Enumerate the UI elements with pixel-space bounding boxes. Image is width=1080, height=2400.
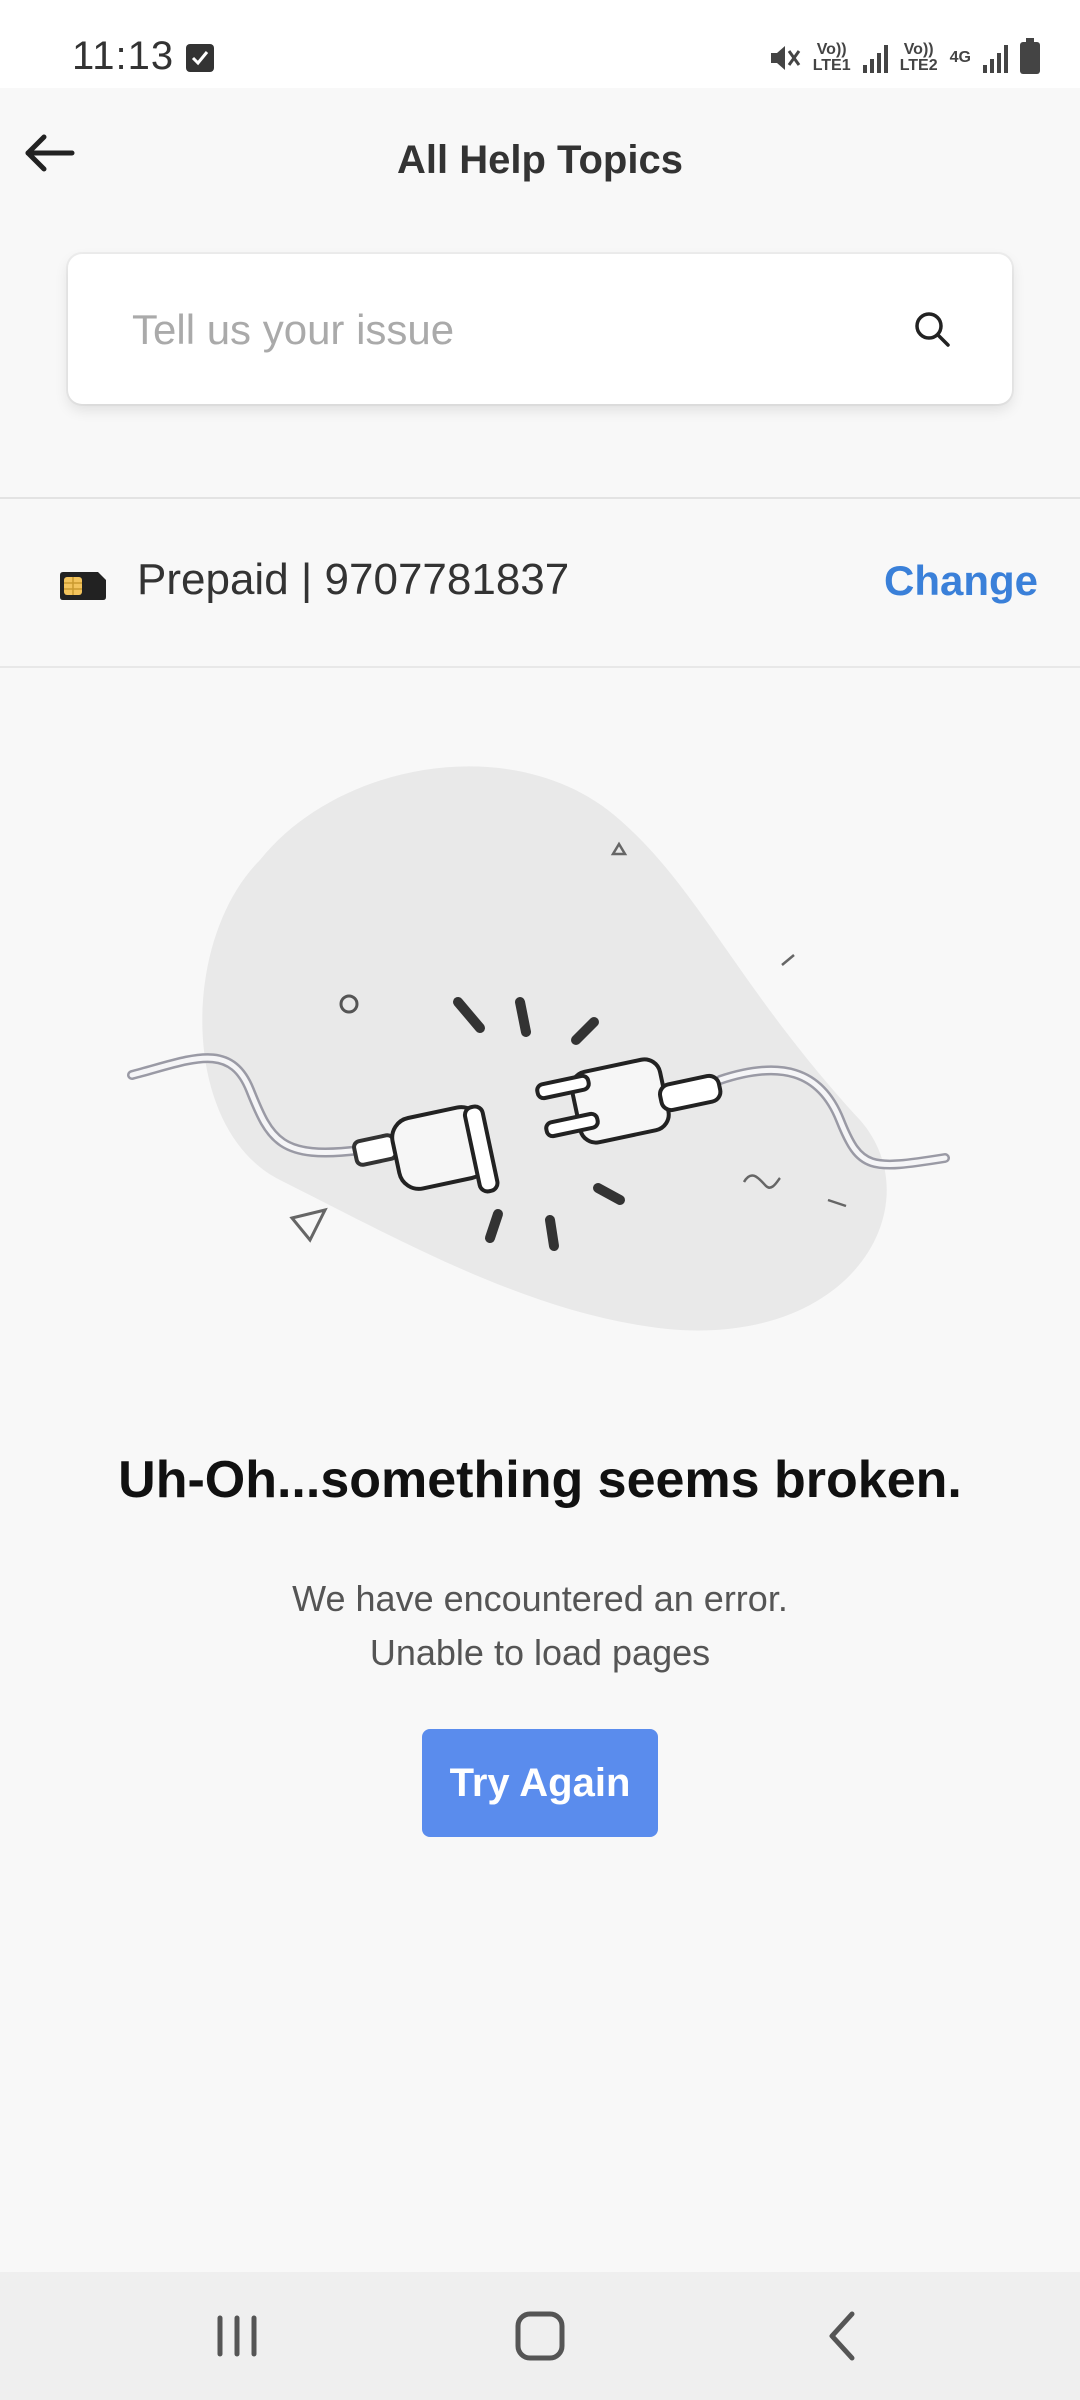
- search-bar[interactable]: [68, 254, 1012, 404]
- status-time: 11:13: [72, 34, 175, 78]
- home-icon[interactable]: [505, 2306, 575, 2366]
- status-icons: Vo)) LTE1 Vo)) LTE2 4G: [767, 36, 1040, 80]
- back-chevron-icon[interactable]: [808, 2306, 878, 2366]
- signal-icon-1: [862, 43, 888, 73]
- search-icon[interactable]: [912, 309, 952, 349]
- divider: [0, 497, 1080, 499]
- checkbox-notification-icon: [186, 44, 214, 72]
- recents-icon[interactable]: [202, 2306, 272, 2366]
- error-line-1: We have encountered an error.: [292, 1578, 788, 1619]
- signal-icon-2: [983, 43, 1008, 73]
- try-again-button[interactable]: Try Again: [422, 1729, 658, 1837]
- error-line-2: Unable to load pages: [369, 1632, 711, 1673]
- system-navigation-bar: [0, 2272, 1080, 2400]
- error-message: We have encountered an error. Unable to …: [0, 1572, 1080, 1680]
- unplugged-cable-icon: [127, 766, 950, 1331]
- sim2-label: Vo)) LTE2: [899, 41, 938, 74]
- sim1-label: Vo)) LTE1: [812, 41, 851, 74]
- search-input[interactable]: [130, 294, 894, 366]
- sim-card-icon: [60, 572, 106, 600]
- change-account-link[interactable]: Change: [884, 557, 1038, 605]
- divider: [0, 666, 1080, 668]
- network-type: 4G: [949, 49, 971, 66]
- header: All Help Topics: [0, 88, 1080, 238]
- status-bar: 11:13 Vo)) LTE1 Vo)) LTE2 4G: [0, 0, 1080, 88]
- page-title: All Help Topics: [397, 138, 683, 182]
- battery-icon: [1020, 38, 1040, 74]
- account-row: Prepaid | 9707781837 Change: [0, 500, 1080, 665]
- mute-icon: [770, 46, 800, 70]
- error-title: Uh-Oh...something seems broken.: [118, 1451, 962, 1509]
- account-info: Prepaid | 9707781837: [137, 555, 570, 604]
